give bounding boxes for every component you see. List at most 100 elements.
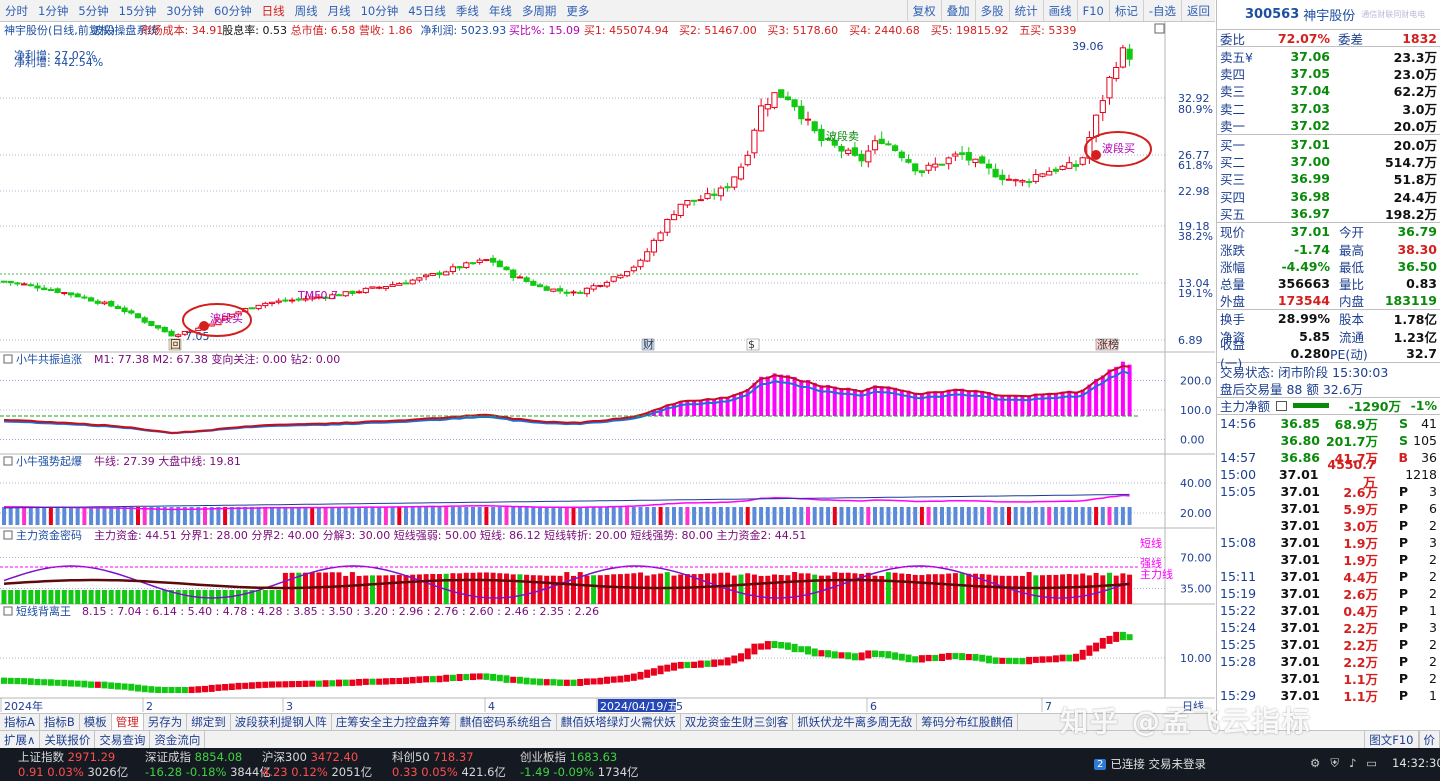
main-flow-row[interactable]: 主力净额 -1290万 -1% — [1217, 398, 1440, 415]
tool-button-8[interactable]: 返回 — [1181, 0, 1215, 21]
tick-row[interactable]: 15:11 37.01 4.4万 P 2 — [1217, 568, 1440, 585]
panel-toggle-icon[interactable] — [3, 606, 13, 616]
tool-button-7[interactable]: -自选 — [1142, 0, 1181, 21]
tab-period-8[interactable]: 月线 — [323, 3, 356, 19]
tool-button-6[interactable]: 标记 — [1108, 0, 1143, 21]
buy-row[interactable]: 买二 37.00 514.7万 — [1217, 153, 1440, 170]
index-ticker[interactable]: 沪深300 3472.40 4.23 0.12% 2051亿 — [262, 750, 372, 780]
indicator-tab-5[interactable]: 绑定到 — [187, 714, 231, 730]
sell-row[interactable]: 卖四 37.05 23.0万 — [1217, 65, 1440, 82]
connection-status[interactable]: 2 已连接 交易未登录 — [1094, 756, 1206, 772]
index-ticker[interactable]: 创业板指 1683.63 -1.49 -0.09% 1734亿 — [520, 750, 639, 780]
extension-tab-1[interactable]: 关联报价 — [40, 731, 96, 748]
histogram-bar — [1020, 395, 1025, 416]
buy-row[interactable]: 买三 36.99 51.8万 — [1217, 170, 1440, 187]
tick-row[interactable]: 15:28 37.01 2.2万 P 2 — [1217, 653, 1440, 670]
tick-row[interactable]: 15:08 37.01 1.9万 P 3 — [1217, 534, 1440, 551]
tab-period-9[interactable]: 10分钟 — [356, 3, 404, 19]
indicator-tab-7[interactable]: 庄筹安全主力控盘弃筹 — [332, 714, 456, 730]
tool-button-1[interactable]: 叠加 — [940, 0, 975, 21]
index-ticker[interactable]: 科创50 718.37 0.33 0.05% 421.6亿 — [392, 750, 506, 780]
indicator-tab-11[interactable]: 抓妖伏龙牛离多周无敌 — [793, 714, 918, 730]
tick-row[interactable]: 15:29 37.01 1.1万 P 1 — [1217, 687, 1440, 704]
tab-period-5[interactable]: 60分钟 — [209, 3, 257, 19]
tab-period-7[interactable]: 周线 — [290, 3, 323, 19]
index-ticker[interactable]: 上证指数 2971.29 0.91 0.03% 3026亿 — [18, 750, 128, 780]
indicator-tab-1[interactable]: 指标B — [40, 714, 80, 730]
close-icon[interactable] — [1154, 23, 1165, 34]
extension-tab-right-1[interactable]: 价 — [1418, 731, 1440, 748]
extension-tab-right-0[interactable]: 图文F10 — [1364, 731, 1419, 748]
sell-row[interactable]: 卖三 37.04 62.2万 — [1217, 82, 1440, 99]
sell-row[interactable]: 卖二 37.03 3.0万 — [1217, 100, 1440, 117]
buy-row[interactable]: 买四 36.98 24.4万 — [1217, 188, 1440, 205]
buy-row[interactable]: 买五 36.97 198.2万 — [1217, 205, 1440, 222]
fund-bar — [477, 572, 483, 604]
tick-row[interactable]: 37.01 1.1万 P 2 — [1217, 670, 1440, 687]
panel-toggle-icon[interactable] — [3, 530, 13, 540]
tick-list[interactable]: 14:56 36.85 68.9万 S 41 36.80 201.7万 S 105 14:57 36… — [1217, 415, 1440, 704]
strength-bar — [618, 507, 623, 525]
indicator-tab-6[interactable]: 波段获利提钢人阵 — [231, 714, 332, 730]
indicator-tab-2[interactable]: 模板 — [80, 714, 112, 730]
divergence-step — [101, 681, 108, 689]
fund-bar — [14, 590, 20, 604]
tool-button-4[interactable]: 画线 — [1042, 0, 1077, 21]
index-ticker[interactable]: 深证成指 8854.08 -16.28 -0.18% 3844亿 — [145, 750, 271, 780]
tab-period-0[interactable]: 分时 — [0, 3, 33, 19]
indicator-tab-10[interactable]: 双龙资金生财三剑客 — [681, 714, 794, 730]
panel-toggle-icon[interactable] — [3, 354, 13, 364]
indicator-tab-3[interactable]: 管理 — [111, 714, 144, 730]
indicator-tab-4[interactable]: 另存为 — [144, 714, 188, 730]
panel-toggle-icon[interactable] — [3, 456, 13, 466]
tick-row[interactable]: 15:24 37.01 2.2万 P 3 — [1217, 619, 1440, 636]
fund-bar — [416, 574, 422, 604]
sell-row[interactable]: 卖五¥ 37.06 23.3万 — [1217, 47, 1440, 65]
tab-period-1[interactable]: 1分钟 — [33, 3, 73, 19]
tick-row[interactable]: 15:25 37.01 2.2万 P 2 — [1217, 636, 1440, 653]
tick-row[interactable]: 15:00 37.01 4550.7万 1218 — [1217, 457, 1440, 490]
kline-chart[interactable]: 神宇股份(日线,前复权)波段操盘系统市场成本: 34.91股息率: 0.53 总市… — [0, 22, 1215, 713]
tab-period-10[interactable]: 45日线 — [403, 3, 451, 19]
tab-period-4[interactable]: 30分钟 — [161, 3, 209, 19]
tick-row[interactable]: 36.80 201.7万 S 105 — [1217, 432, 1440, 449]
indicator-tab-8[interactable]: 麒佰密码系统组合 — [456, 714, 557, 730]
tab-period-13[interactable]: 多周期 — [517, 3, 562, 19]
tool-button-2[interactable]: 多股 — [974, 0, 1009, 21]
index-change: -16.28 — [145, 765, 183, 779]
divergence-step — [1099, 637, 1106, 649]
tick-side: P — [1398, 585, 1408, 601]
tick-row[interactable]: 15:22 37.01 0.4万 P 1 — [1217, 602, 1440, 619]
sell-row[interactable]: 卖一 37.02 20.0万 — [1217, 117, 1440, 134]
extension-tab-0[interactable]: 扩展∧ — [0, 731, 41, 748]
tab-period-11[interactable]: 季线 — [451, 3, 484, 19]
extension-tab-3[interactable]: 资金流向 — [150, 731, 206, 748]
bell-icon[interactable]: ♪ — [1349, 756, 1356, 771]
tool-button-3[interactable]: 统计 — [1008, 0, 1043, 21]
tick-row[interactable]: 37.01 3.0万 P 2 — [1217, 517, 1440, 534]
indicator-tab-12[interactable]: 筹码分布红股麒佰 — [917, 714, 1019, 730]
index-name: 上证指数 — [18, 750, 64, 764]
tool-button-0[interactable]: 复权 — [906, 0, 941, 21]
indicator-tab-9[interactable]: 麒佰妖塔绿灯火需伏妖 — [557, 714, 681, 730]
tab-period-12[interactable]: 年线 — [484, 3, 517, 19]
fund-bar — [966, 573, 972, 604]
tick-row[interactable]: 15:19 37.01 2.6万 P 2 — [1217, 585, 1440, 602]
extension-tab-2[interactable]: 交易查询 — [95, 731, 151, 748]
tool-button-5[interactable]: F10 — [1076, 0, 1109, 21]
tick-row[interactable]: 15:05 37.01 2.6万 P 3 — [1217, 483, 1440, 500]
fund-bar — [906, 573, 911, 604]
tab-period-6[interactable]: 日线 — [257, 3, 290, 19]
gear-icon[interactable]: ⚙ — [1310, 756, 1320, 771]
tab-period-2[interactable]: 5分钟 — [73, 3, 113, 19]
monitor-icon[interactable]: ▭ — [1366, 756, 1377, 771]
tick-row[interactable]: 14:56 36.85 68.9万 S 41 — [1217, 415, 1440, 432]
tab-period-14[interactable]: 更多 — [561, 3, 594, 19]
tick-row[interactable]: 37.01 5.9万 P 6 — [1217, 500, 1440, 517]
shield-icon[interactable]: ⛨ — [1330, 756, 1339, 771]
tab-period-3[interactable]: 15分钟 — [114, 3, 162, 19]
indicator-tab-0[interactable]: 指标A — [0, 714, 40, 730]
index-change: 0.91 — [18, 765, 44, 779]
tick-row[interactable]: 37.01 1.9万 P 2 — [1217, 551, 1440, 568]
buy-row[interactable]: 买一 37.01 20.0万 — [1217, 135, 1440, 153]
